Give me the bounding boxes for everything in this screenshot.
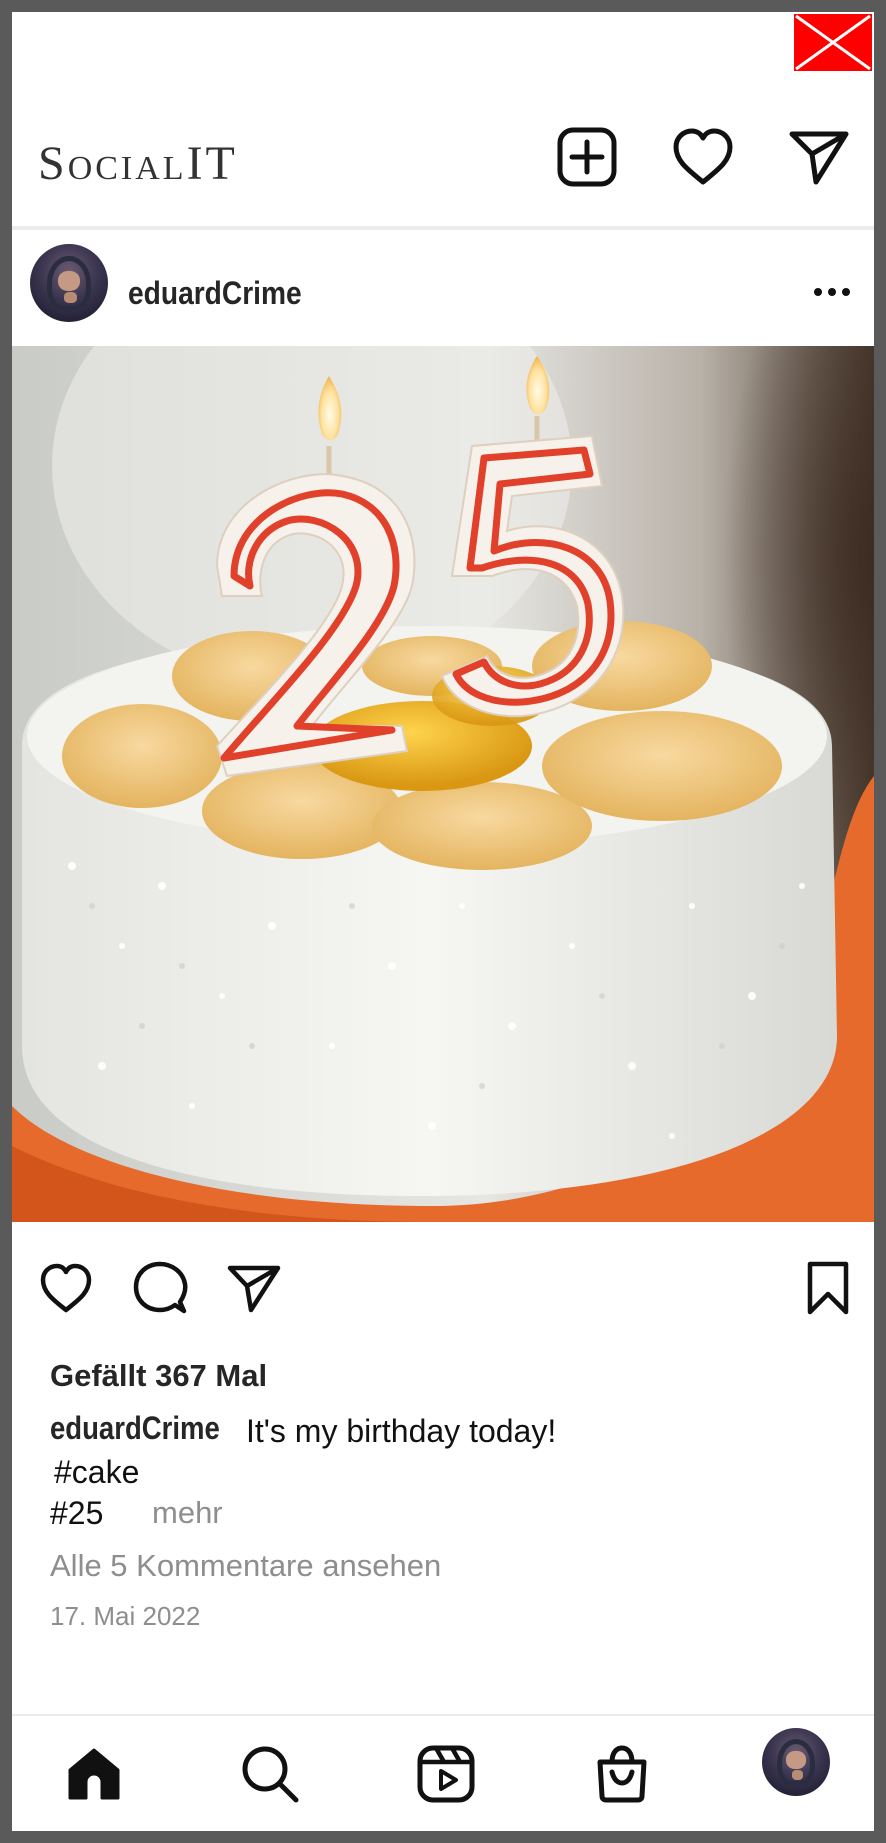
bookmark-button[interactable]: [800, 1260, 856, 1316]
post-date: 17. Mai 2022: [50, 1601, 201, 1631]
header-divider: [12, 226, 874, 230]
nav-shop[interactable]: [590, 1742, 654, 1806]
direct-messages-button[interactable]: [786, 124, 852, 190]
view-comments-link[interactable]: Alle 5 Kommentare ansehen: [50, 1548, 441, 1584]
avatar-face: [786, 1751, 806, 1769]
avatar-hand: [64, 292, 77, 304]
more-options-icon[interactable]: [812, 284, 852, 300]
search-icon: [242, 1746, 299, 1803]
comment-button[interactable]: [132, 1260, 188, 1316]
app-screen: SocialIT eduardCrime Gefällt 367 Mal edu…: [12, 12, 874, 1831]
nav-reels[interactable]: [414, 1742, 478, 1806]
birthday-cake-photo: [12, 346, 874, 1222]
home-icon: [68, 1748, 120, 1800]
heart-icon: [673, 128, 733, 185]
activity-button[interactable]: [670, 124, 736, 190]
share-button[interactable]: [226, 1260, 282, 1316]
avatar[interactable]: [30, 244, 108, 322]
caption-more-link[interactable]: mehr: [152, 1495, 223, 1531]
hashtag-25[interactable]: #25: [50, 1495, 103, 1532]
app-logo: SocialIT: [38, 137, 238, 190]
close-icon: [792, 12, 874, 73]
like-button[interactable]: [38, 1260, 94, 1316]
nav-search[interactable]: [238, 1742, 302, 1806]
hashtag-cake[interactable]: #cake: [54, 1454, 139, 1491]
nav-home[interactable]: [62, 1742, 126, 1806]
shop-icon: [597, 1745, 647, 1803]
like-icon: [40, 1263, 92, 1313]
share-icon: [227, 1265, 281, 1313]
bottom-nav-divider: [12, 1714, 874, 1716]
post-username[interactable]: eduardCrime: [128, 275, 302, 312]
caption-text: It's my birthday today!: [246, 1413, 557, 1449]
send-icon: [789, 131, 849, 185]
add-post-button[interactable]: [554, 124, 620, 190]
bookmark-icon: [807, 1261, 849, 1315]
comment-icon: [133, 1261, 188, 1314]
close-button[interactable]: [792, 12, 874, 73]
avatar-face: [58, 270, 80, 291]
post-image[interactable]: [12, 346, 874, 1222]
nav-profile-avatar[interactable]: [762, 1728, 830, 1796]
add-post-icon: [557, 127, 617, 187]
avatar-hand: [791, 1770, 803, 1780]
caption-username[interactable]: eduardCrime: [50, 1410, 220, 1447]
likes-count[interactable]: Gefällt 367 Mal: [50, 1358, 267, 1394]
reels-icon: [417, 1745, 475, 1803]
